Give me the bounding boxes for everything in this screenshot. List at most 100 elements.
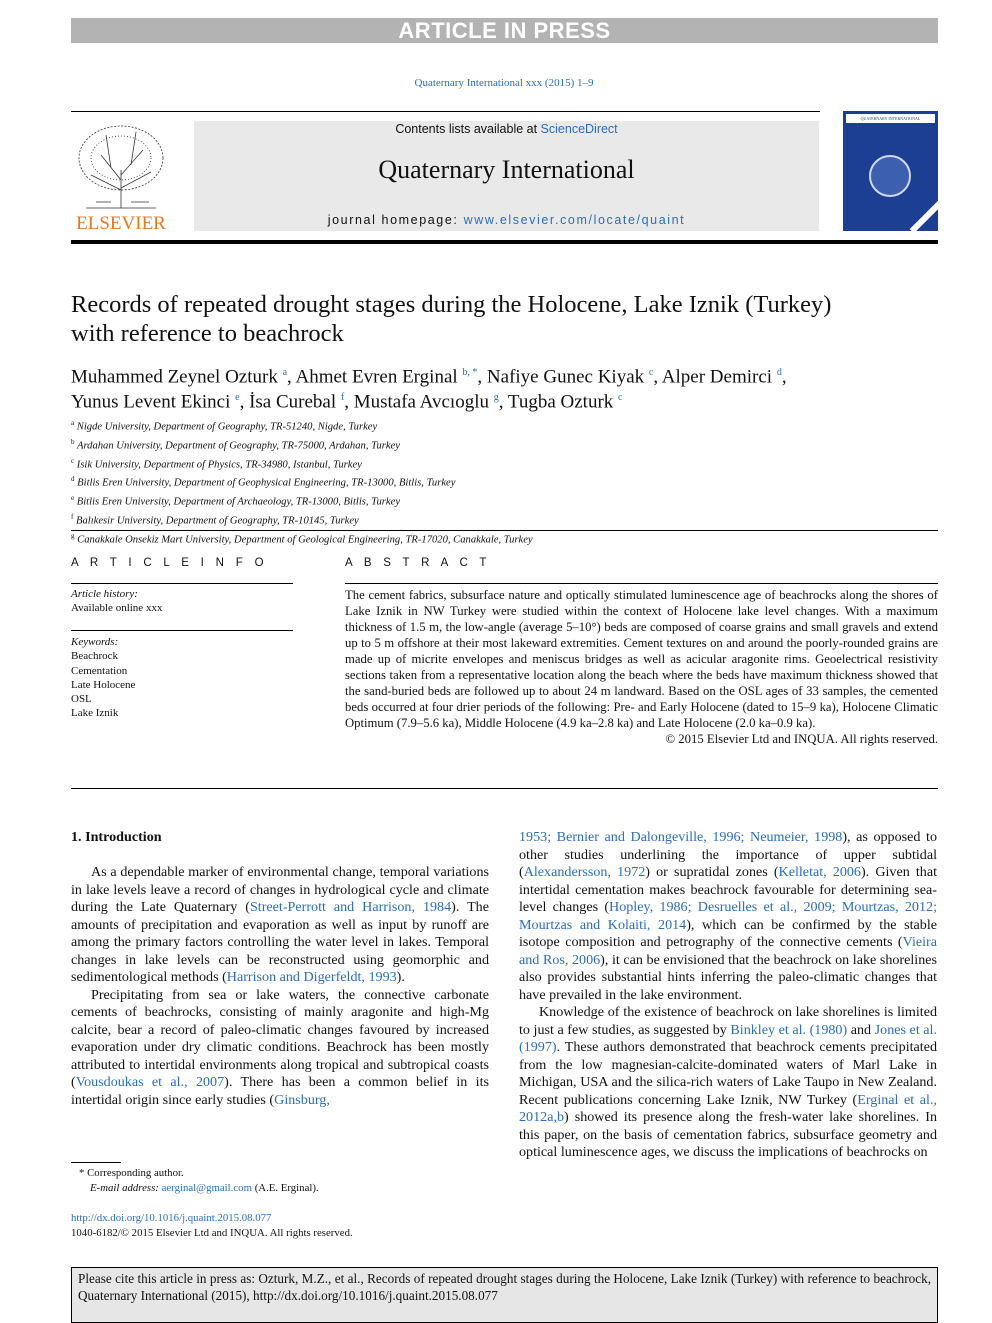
- doi-link[interactable]: http://dx.doi.org/10.1016/j.quaint.2015.…: [71, 1212, 271, 1224]
- journal-cover-image: QUATERNARY INTERNATIONAL: [843, 111, 938, 231]
- keyword: Cementation: [71, 664, 128, 677]
- corresponding-author-note: Corresponding author.: [87, 1167, 184, 1179]
- keyword: OSL: [71, 693, 92, 706]
- journal-homepage: journal homepage: www.elsevier.com/locat…: [194, 213, 819, 227]
- author-affiliation-marker[interactable]: b, *: [462, 367, 477, 378]
- email-label: E-mail address:: [90, 1182, 159, 1194]
- body-text: and: [847, 1021, 875, 1038]
- divider: [71, 788, 938, 789]
- email-link[interactable]: aerginal@gmail.com: [162, 1182, 252, 1194]
- abstract-text: The cement fabrics, subsurface nature an…: [345, 588, 938, 730]
- body-paragraph: Knowledge of the existence of beachrock …: [519, 1004, 937, 1162]
- keywords: Keywords: Beachrock Cementation Late Holoc…: [71, 635, 135, 721]
- history-value: Available online xxx: [71, 602, 163, 615]
- affiliation: b Ardahan University, Department of Geog…: [71, 435, 771, 454]
- article-in-press-banner: ARTICLE IN PRESS: [71, 18, 938, 43]
- author-affiliation-marker[interactable]: f: [341, 392, 344, 403]
- elsevier-wordmark: ELSEVIER: [76, 213, 166, 232]
- journal-reference-link[interactable]: Quaternary International xxx (2015) 1–9: [0, 77, 992, 89]
- author-affiliation-marker[interactable]: c: [649, 367, 653, 378]
- author-affiliation-marker[interactable]: g: [494, 392, 499, 403]
- affiliation: a Nigde University, Department of Geogra…: [71, 416, 771, 435]
- affiliation-marker: e: [71, 494, 75, 503]
- body-text: ) showed its presence along the fresh-wa…: [519, 1109, 937, 1160]
- affiliation-text: Isik University, Department of Physics, …: [76, 459, 362, 471]
- author-affiliation-marker[interactable]: a: [283, 367, 287, 378]
- body-right-column: 1953; Bernier and Dalongeville, 1996; Ne…: [519, 829, 937, 1162]
- affiliation-list: a Nigde University, Department of Geogra…: [71, 416, 771, 548]
- divider: [71, 630, 293, 631]
- article-title: Records of repeated drought stages durin…: [71, 291, 832, 347]
- affiliation-text: Canakkale Onsekiz Mart University, Depar…: [77, 534, 533, 546]
- affiliation-marker: c: [71, 456, 75, 465]
- affiliation-marker: a: [71, 419, 75, 427]
- body-paragraph: As a dependable marker of environmental …: [71, 864, 489, 987]
- affiliation-marker: f: [71, 513, 74, 522]
- history-label: Article history:: [71, 588, 138, 600]
- header-thick-rule: [71, 240, 938, 244]
- cover-stripe: [909, 186, 938, 231]
- affiliation-text: Balıkesir University, Department of Geog…: [76, 515, 359, 527]
- doi-block: http://dx.doi.org/10.1016/j.quaint.2015.…: [71, 1211, 353, 1241]
- issn-line: 1040-6182/© 2015 Elsevier Ltd and INQUA.…: [71, 1227, 353, 1239]
- affiliation-text: Bitlis Eren University, Department of Ge…: [77, 478, 456, 490]
- citation-link[interactable]: Vousdoukas et al., 2007: [76, 1074, 224, 1090]
- email-name: (A.E. Erginal).: [254, 1182, 319, 1194]
- journal-header-box: Contents lists available at ScienceDirec…: [194, 121, 819, 231]
- affiliation: g Canakkale Onsekiz Mart University, Dep…: [71, 529, 771, 548]
- author-name: Tugba Ozturk: [507, 391, 614, 413]
- contents-line: Contents lists available at ScienceDirec…: [194, 122, 819, 136]
- footnote-rule: [71, 1162, 121, 1163]
- author-name: İsa Curebal: [249, 391, 337, 413]
- abstract: The cement fabrics, subsurface nature an…: [345, 587, 938, 747]
- affiliation-marker: d: [71, 475, 75, 484]
- divider: [71, 530, 938, 531]
- affiliation: c Isik University, Department of Physics…: [71, 454, 771, 473]
- author-affiliation-marker[interactable]: e: [235, 392, 239, 403]
- citation-link[interactable]: Alexandersson, 1972: [524, 864, 646, 880]
- author-name: Muhammed Zeynel Ozturk: [71, 366, 278, 388]
- elsevier-logo: ELSEVIER: [76, 122, 166, 232]
- citation-box: Please cite this article in press as: Oz…: [71, 1267, 938, 1323]
- author-affiliation-marker[interactable]: c: [618, 392, 622, 403]
- cover-title: QUATERNARY INTERNATIONAL: [846, 114, 935, 123]
- homepage-link[interactable]: www.elsevier.com/locate/quaint: [464, 213, 686, 227]
- affiliation-marker: b: [71, 437, 75, 446]
- journal-title: Quaternary International: [378, 155, 635, 184]
- affiliation-marker: g: [71, 531, 75, 540]
- author-name: Yunus Levent Ekinci: [71, 391, 231, 413]
- homepage-prefix: journal homepage:: [327, 213, 464, 227]
- author-list: Muhammed Zeynel Ozturk a, Ahmet Evren Er…: [71, 366, 787, 413]
- contents-prefix: Contents lists available at: [395, 122, 541, 136]
- body-text: ) or supratidal zones (: [645, 864, 779, 880]
- keyword: Lake Iznik: [71, 707, 119, 720]
- citation-link[interactable]: 1953; Bernier and Dalongeville, 1996; Ne…: [519, 829, 842, 845]
- author-name: Ahmet Evren Erginal: [295, 366, 458, 388]
- article-history: Article history: Available online xxx: [71, 587, 162, 616]
- citation-link[interactable]: Ginsburg,: [274, 1092, 330, 1108]
- keyword: Beachrock: [71, 650, 119, 663]
- body-left-column: 1. Introduction As a dependable marker o…: [71, 829, 489, 1109]
- citation-link[interactable]: Binkley et al. (1980): [730, 1022, 847, 1038]
- affiliation-text: Bitlis Eren University, Department of Ar…: [76, 496, 401, 508]
- affiliation-text: Ardahan University, Department of Geogra…: [76, 440, 400, 452]
- footnote: * Corresponding author. E-mail address: …: [71, 1166, 319, 1196]
- author-name: Nafiye Gunec Kiyak: [486, 366, 645, 388]
- citation-link[interactable]: Harrison and Digerfeldt, 1993: [227, 969, 397, 985]
- author-name: Mustafa Avcıoglu: [353, 391, 489, 413]
- section-heading-introduction: 1. Introduction: [71, 829, 162, 845]
- author-affiliation-marker[interactable]: d: [777, 367, 782, 378]
- article-info-heading: A R T I C L E I N F O: [71, 557, 268, 569]
- body-paragraph: 1953; Bernier and Dalongeville, 1996; Ne…: [519, 829, 937, 1004]
- body-text: ).: [396, 969, 405, 985]
- inqua-seal-icon: [869, 155, 911, 197]
- divider: [71, 583, 293, 584]
- abstract-heading: A B S T R A C T: [345, 557, 491, 569]
- abstract-copyright: © 2015 Elsevier Ltd and INQUA. All right…: [665, 732, 939, 746]
- citation-link[interactable]: Kelletat, 2006: [779, 864, 861, 880]
- affiliation: e Bitlis Eren University, Department of …: [71, 491, 771, 510]
- citation-link[interactable]: Street-Perrott and Harrison, 1984: [250, 899, 451, 915]
- affiliation: f Balıkesir University, Department of Ge…: [71, 510, 771, 529]
- sciencedirect-link[interactable]: ScienceDirect: [541, 122, 618, 136]
- affiliation-text: Nigde University, Department of Geograph…: [76, 421, 378, 433]
